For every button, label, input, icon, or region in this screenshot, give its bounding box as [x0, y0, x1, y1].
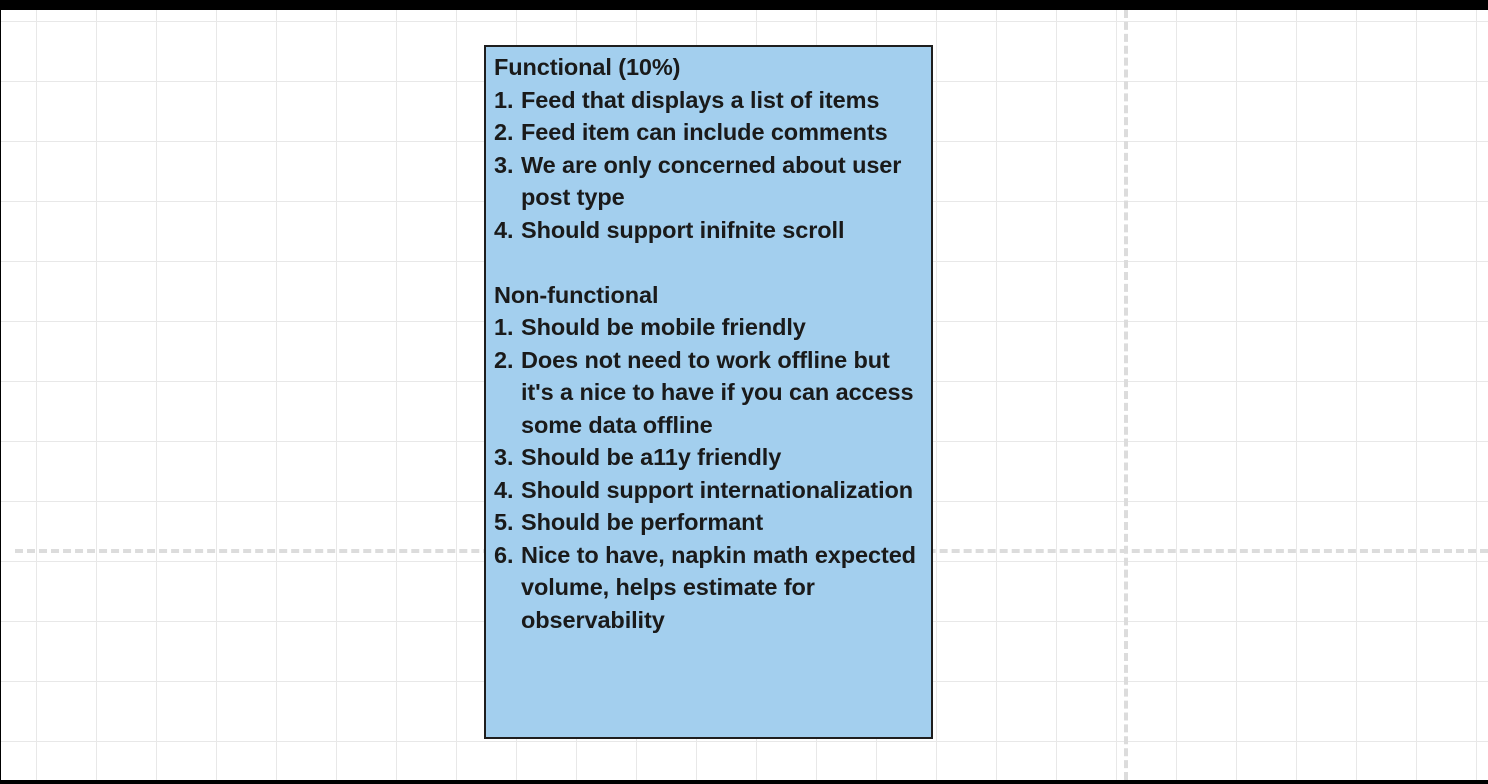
app-frame: Functional (10%) 1. Feed that displays a…: [0, 0, 1488, 784]
non-functional-heading: Non-functional: [494, 281, 659, 308]
list-item: 5. Should be performant: [494, 506, 923, 539]
list-item: 1. Should be mobile friendly: [494, 311, 923, 344]
list-item-number: 5.: [494, 509, 514, 535]
list-item-text: We are only concerned about user post ty…: [521, 151, 902, 211]
list-item-number: 1.: [494, 86, 514, 113]
list-item: 2. Does not need to work offline but it'…: [494, 344, 923, 442]
list-item-text: Should be mobile friendly: [521, 314, 806, 340]
list-item-text: Feed item can include comments: [521, 119, 888, 145]
list-item: 3. Should be a11y friendly: [494, 441, 923, 474]
list-item-number: 3.: [494, 444, 514, 470]
list-item-number: 2.: [494, 119, 514, 145]
list-item: 1. Feed that displays a list of items: [494, 84, 923, 117]
list-item-text: Nice to have, napkin math expected volum…: [521, 541, 916, 633]
list-item-text: Should be performant: [521, 509, 764, 535]
list-item: 3. We are only concerned about user post…: [494, 149, 923, 214]
list-item-text: Should support inifnite scroll: [521, 216, 845, 243]
list-item-text: Should support internationalization: [521, 476, 914, 503]
non-functional-list: 1. Should be mobile friendly 2. Does not…: [494, 311, 923, 636]
list-item: 4. Should support internationalization: [494, 474, 923, 507]
requirements-sticky-note[interactable]: Functional (10%) 1. Feed that displays a…: [484, 45, 933, 739]
functional-list: 1. Feed that displays a list of items 2.…: [494, 84, 923, 247]
list-item-number: 3.: [494, 151, 514, 178]
list-item-number: 4.: [494, 476, 514, 503]
functional-heading: Functional (10%): [494, 54, 681, 80]
list-item-number: 4.: [494, 216, 514, 243]
list-item-text: Does not need to work offline but it's a…: [521, 346, 914, 438]
list-item: 6. Nice to have, napkin math expected vo…: [494, 539, 923, 637]
list-item-number: 6.: [494, 541, 514, 568]
vertical-guide-line: [1124, 10, 1128, 780]
list-item-text: Feed that displays a list of items: [521, 86, 880, 113]
list-item: 4. Should support inifnite scroll: [494, 214, 923, 247]
list-item-number: 1.: [494, 314, 514, 340]
list-item-number: 2.: [494, 346, 514, 373]
list-item-text: Should be a11y friendly: [521, 444, 782, 470]
whiteboard-canvas[interactable]: Functional (10%) 1. Feed that displays a…: [1, 10, 1488, 780]
list-item: 2. Feed item can include comments: [494, 116, 923, 149]
